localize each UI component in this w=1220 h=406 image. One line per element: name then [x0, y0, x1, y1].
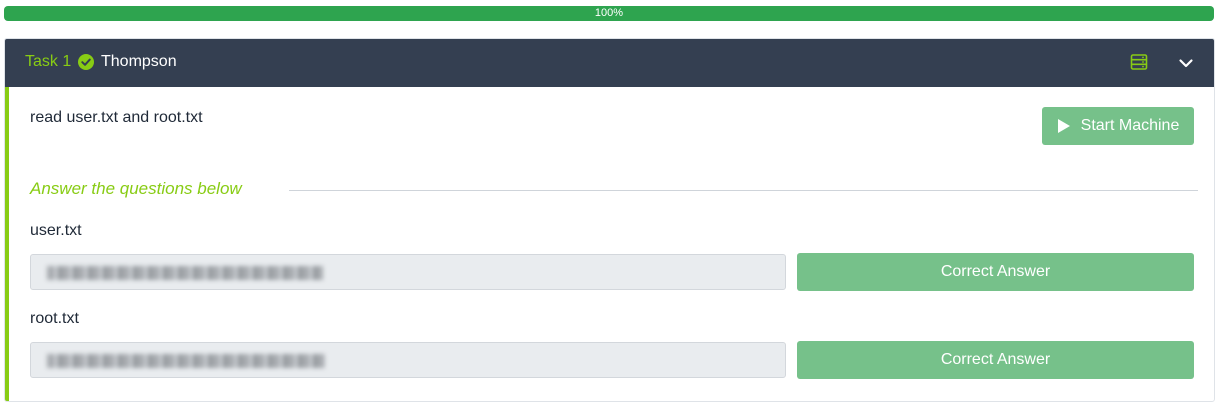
- task-number: Task 1: [25, 53, 72, 70]
- heading-divider: [289, 190, 1198, 191]
- redacted-answer: [47, 354, 325, 368]
- check-circle-icon: [78, 54, 94, 70]
- start-machine-label: Start Machine: [1080, 117, 1180, 134]
- task-body: read user.txt and root.txt Start Machine…: [5, 87, 1214, 401]
- answer-field-user[interactable]: [30, 254, 786, 290]
- task-header[interactable]: Task 1 Thompson: [5, 39, 1214, 87]
- task-description: read user.txt and root.txt: [30, 109, 203, 126]
- question-label-root: root.txt: [30, 310, 79, 327]
- room-progress-bar: 100%: [4, 6, 1214, 21]
- correct-answer-button-root[interactable]: Correct Answer: [797, 341, 1194, 379]
- question-label-user: user.txt: [30, 222, 82, 239]
- progress-label: 100%: [594, 7, 624, 19]
- play-icon: [1057, 119, 1070, 133]
- chevron-down-icon[interactable]: [1177, 54, 1195, 72]
- server-icon[interactable]: [1130, 53, 1148, 71]
- task-card: Task 1 Thompson read user.txt and root.t…: [4, 38, 1215, 402]
- start-machine-button[interactable]: Start Machine: [1042, 107, 1194, 145]
- redacted-answer: [47, 266, 323, 280]
- answer-field-root[interactable]: [30, 342, 786, 378]
- answer-heading: Answer the questions below: [30, 179, 242, 198]
- correct-answer-button-user[interactable]: Correct Answer: [797, 253, 1194, 291]
- task-title: Thompson: [101, 53, 177, 70]
